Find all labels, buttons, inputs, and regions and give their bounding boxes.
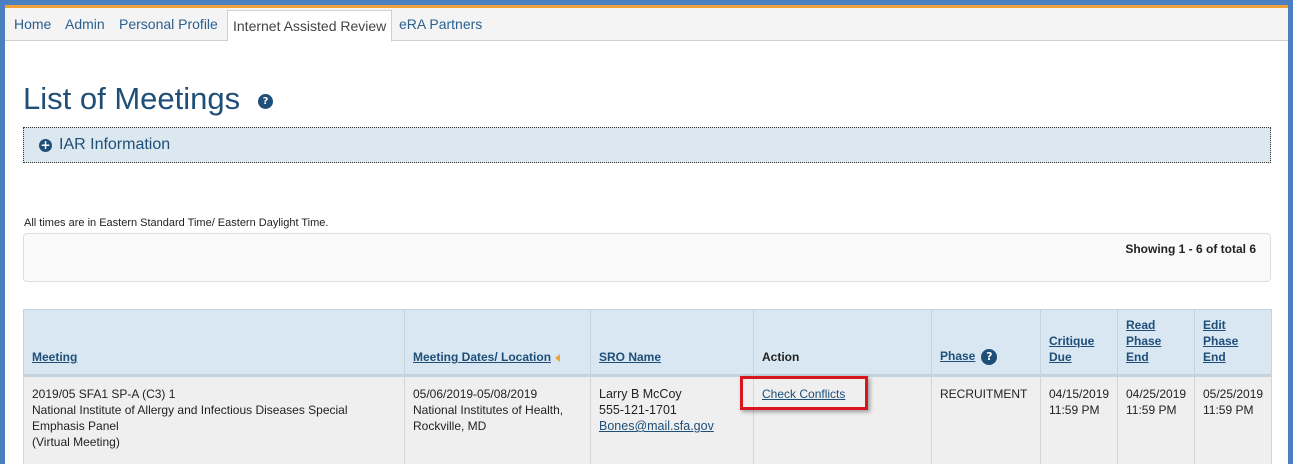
cell-sro: Larry B McCoy 555-121-1701 Bones@mail.sf… (590, 375, 754, 464)
showing-count: Showing 1 - 6 of total 6 (1125, 242, 1256, 256)
sort-phase-link[interactable]: Phase (940, 349, 975, 363)
table-header-row: Meeting Meeting Dates/ Location SRO Name… (23, 309, 1272, 377)
meeting-dates: 05/06/2019-05/08/2019 (413, 387, 538, 401)
cell-dates-location: 05/06/2019-05/08/2019 National Institute… (404, 375, 591, 464)
header-text-line: Critique (1049, 334, 1095, 348)
page-frame: Home Admin Personal Profile Internet Ass… (5, 5, 1288, 464)
header-text-line: Phase (1203, 334, 1239, 348)
col-header-read-phase-end: Read Phase End (1117, 309, 1195, 377)
col-header-dates-location: Meeting Dates/ Location (404, 309, 591, 377)
read-phase-end-time: 11:59 PM (1126, 403, 1177, 417)
col-header-sro-name: SRO Name (590, 309, 754, 377)
sro-email-link[interactable]: Bones@mail.sfa.gov (599, 419, 714, 433)
iar-information-panel[interactable]: + IAR Information (23, 127, 1271, 163)
nav-admin[interactable]: Admin (65, 8, 105, 41)
header-text-line: End (1126, 350, 1149, 364)
header-text-line: Phase (1126, 334, 1162, 348)
col-header-critique-due: Critique Due (1040, 309, 1118, 377)
phase-value: RECRUITMENT (940, 387, 1028, 401)
nav-personal-profile[interactable]: Personal Profile (119, 8, 218, 41)
critique-due-time: 11:59 PM (1049, 403, 1100, 417)
col-header-edit-phase-end: Edit Phase End (1194, 309, 1272, 377)
meeting-code: 2019/05 SFA1 SP-A (C3) 1 (32, 387, 176, 401)
sort-arrow-icon (555, 353, 561, 362)
check-conflicts-link[interactable]: Check Conflicts (762, 387, 845, 401)
sro-name: Larry B McCoy (599, 387, 682, 401)
cell-phase: RECRUITMENT (931, 375, 1041, 464)
action-header-label: Action (762, 350, 800, 364)
col-header-action: Action (753, 309, 932, 377)
sort-critique-due-link[interactable]: Critique Due (1049, 334, 1094, 364)
iar-information-label: IAR Information (59, 136, 171, 153)
sort-meeting-link[interactable]: Meeting (32, 350, 77, 364)
sro-phone: 555-121-1701 (599, 403, 677, 417)
col-header-phase: Phase? (931, 309, 1041, 377)
phase-help-icon[interactable]: ? (981, 349, 998, 365)
cell-critique-due: 04/15/2019 11:59 PM (1040, 375, 1118, 464)
timezone-note: All times are in Eastern Standard Time/ … (24, 217, 329, 229)
nav-home[interactable]: Home (14, 8, 51, 41)
cell-edit-phase-end: 05/25/2019 11:59 PM (1194, 375, 1272, 464)
cell-action: Check Conflicts (753, 375, 932, 464)
header-text-line: End (1203, 350, 1226, 364)
header-text-line: Edit (1203, 318, 1226, 332)
top-navigation: Home Admin Personal Profile Internet Ass… (5, 8, 1288, 42)
plus-circle-icon: + (39, 138, 52, 152)
header-text-line: Due (1049, 350, 1072, 364)
page-title: List of Meetings (23, 81, 241, 116)
cell-meeting: 2019/05 SFA1 SP-A (C3) 1 National Instit… (23, 375, 405, 464)
nav-era-partners[interactable]: eRA Partners (399, 8, 482, 41)
cell-read-phase-end: 04/25/2019 11:59 PM (1117, 375, 1195, 464)
sort-edit-phase-end-link[interactable]: Edit Phase End (1203, 318, 1238, 364)
meeting-location: National Institutes of Health, Rockville… (413, 403, 564, 433)
critique-due-date: 04/15/2019 (1049, 387, 1110, 401)
header-text-line: Read (1126, 318, 1156, 332)
edit-phase-end-time: 11:59 PM (1203, 403, 1254, 417)
sort-read-phase-end-link[interactable]: Read Phase End (1126, 318, 1161, 364)
meetings-table: Meeting Meeting Dates/ Location SRO Name… (23, 309, 1272, 464)
help-icon[interactable]: ? (258, 94, 273, 109)
edit-phase-end-date: 05/25/2019 (1203, 387, 1264, 401)
col-header-meeting: Meeting (23, 309, 405, 377)
meeting-name: National Institute of Allergy and Infect… (32, 403, 348, 433)
table-row: 2019/05 SFA1 SP-A (C3) 1 National Instit… (23, 375, 1272, 464)
read-phase-end-date: 04/25/2019 (1126, 387, 1187, 401)
nav-internet-assisted-review[interactable]: Internet Assisted Review (227, 10, 393, 42)
results-summary-box: Showing 1 - 6 of total 6 (23, 233, 1271, 282)
meeting-type: (Virtual Meeting) (32, 435, 120, 449)
sort-sro-name-link[interactable]: SRO Name (599, 350, 661, 364)
sort-dates-location-link[interactable]: Meeting Dates/ Location (413, 350, 551, 364)
